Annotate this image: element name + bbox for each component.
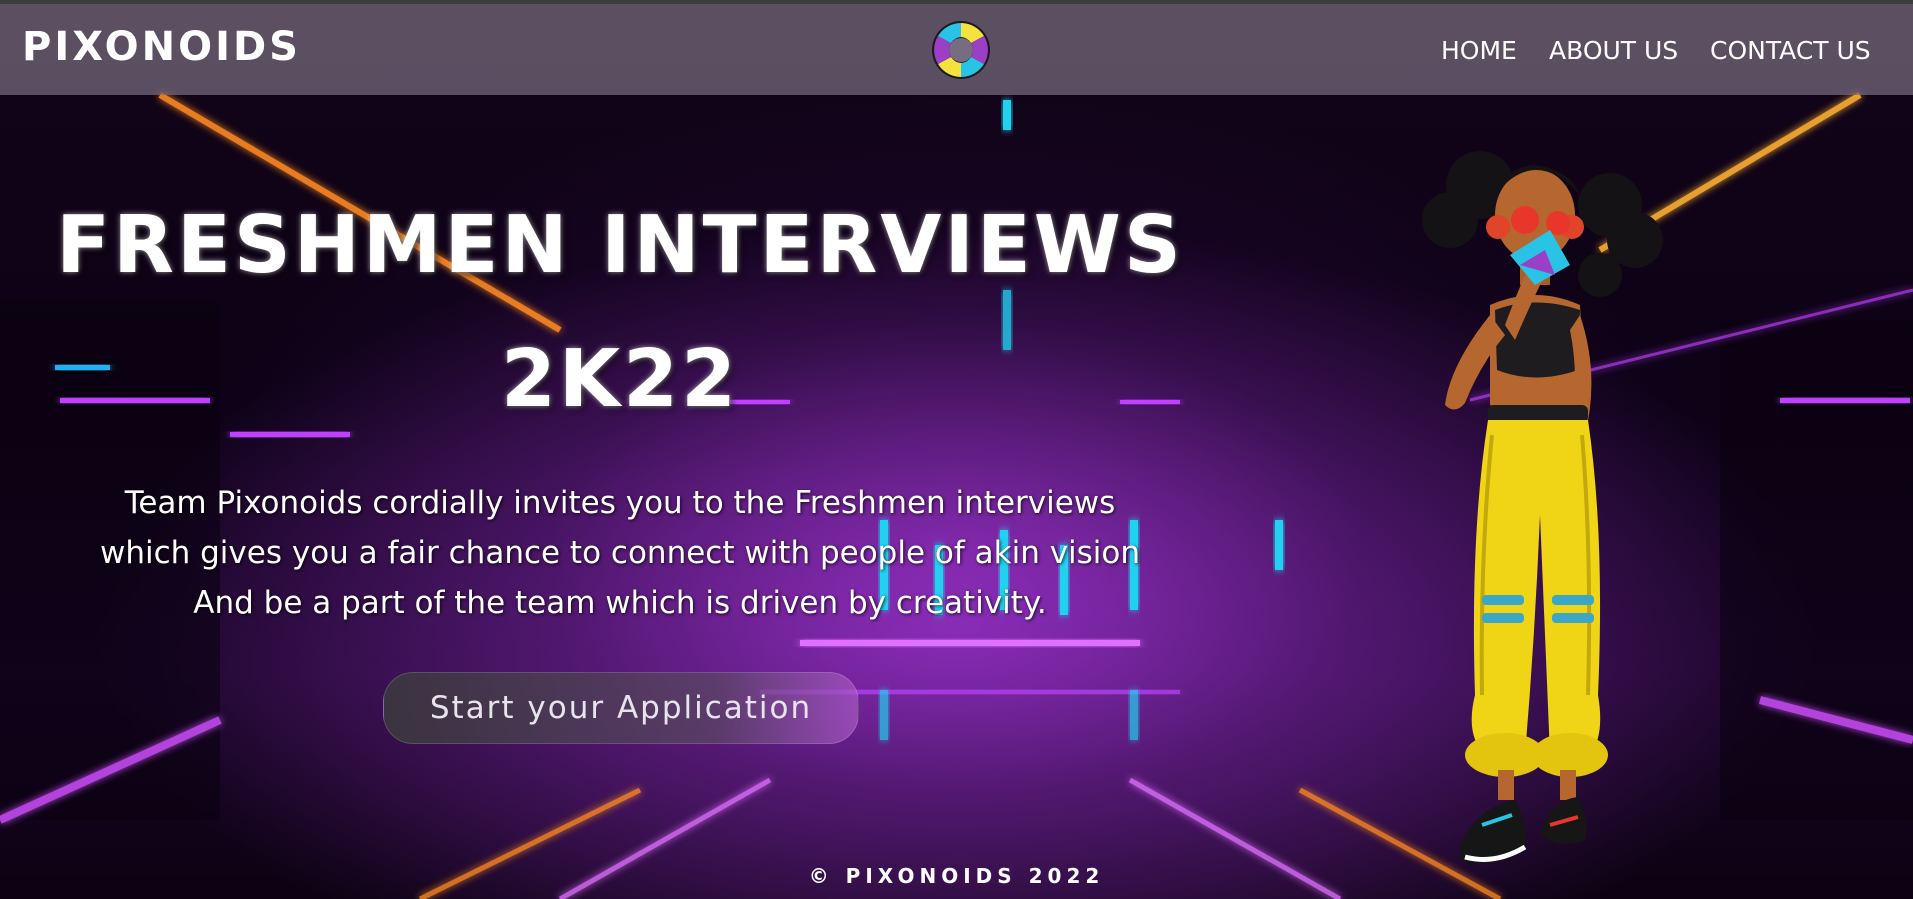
footer-copyright: © PIXONOIDS 2022 xyxy=(808,864,1105,888)
hero-title: FRESHMEN INTERVIEWS 2K22 xyxy=(40,178,1200,446)
brand-name[interactable]: PIXONOIDS xyxy=(22,24,301,70)
hero-title-line-2: 2K22 xyxy=(500,333,740,425)
character-illustration xyxy=(1422,151,1663,864)
hero-title-line-1: FRESHMEN INTERVIEWS xyxy=(56,199,1184,291)
page: PIXONOIDS HOME ABOUT US CONTACT US FRESH… xyxy=(0,0,1913,899)
nav-link-about-us[interactable]: ABOUT US xyxy=(1549,36,1678,65)
hero-description: Team Pixonoids cordially invites you to … xyxy=(30,478,1210,628)
hero-description-line-1: Team Pixonoids cordially invites you to … xyxy=(124,485,1116,521)
navbar: PIXONOIDS HOME ABOUT US CONTACT US xyxy=(0,4,1913,95)
hero-description-line-2: which gives you a fair chance to connect… xyxy=(99,535,1141,571)
nav-link-home[interactable]: HOME xyxy=(1441,36,1517,65)
pixonoids-logo-icon[interactable] xyxy=(930,19,992,81)
hero-description-line-3: And be a part of the team which is drive… xyxy=(193,585,1047,621)
start-application-button[interactable]: Start your Application xyxy=(383,672,859,744)
nav-link-contact-us[interactable]: CONTACT US xyxy=(1710,36,1871,65)
